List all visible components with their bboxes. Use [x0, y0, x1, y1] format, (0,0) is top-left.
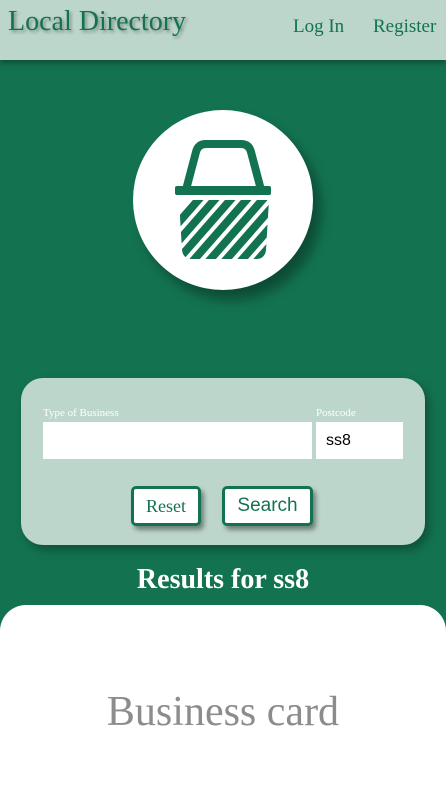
business-card[interactable]: Business card — [0, 605, 446, 796]
business-type-label: Type of Business — [43, 407, 119, 419]
logo-badge — [133, 110, 313, 290]
search-button[interactable]: Search — [222, 486, 313, 526]
login-link[interactable]: Log In — [293, 16, 344, 38]
site-title[interactable]: Local Directory — [8, 6, 186, 38]
postcode-label: Postcode — [316, 407, 356, 419]
postcode-input[interactable] — [316, 422, 403, 459]
reset-button[interactable]: Reset — [131, 486, 201, 526]
search-form: Type of Business Postcode Reset Search — [21, 378, 425, 545]
top-navbar: Local Directory Log In Register — [0, 0, 446, 60]
register-link[interactable]: Register — [373, 16, 436, 38]
shopping-basket-icon — [175, 140, 271, 259]
business-card-title: Business card — [106, 689, 340, 735]
business-type-input[interactable] — [43, 422, 312, 459]
results-heading: Results for ss8 — [136, 564, 310, 595]
